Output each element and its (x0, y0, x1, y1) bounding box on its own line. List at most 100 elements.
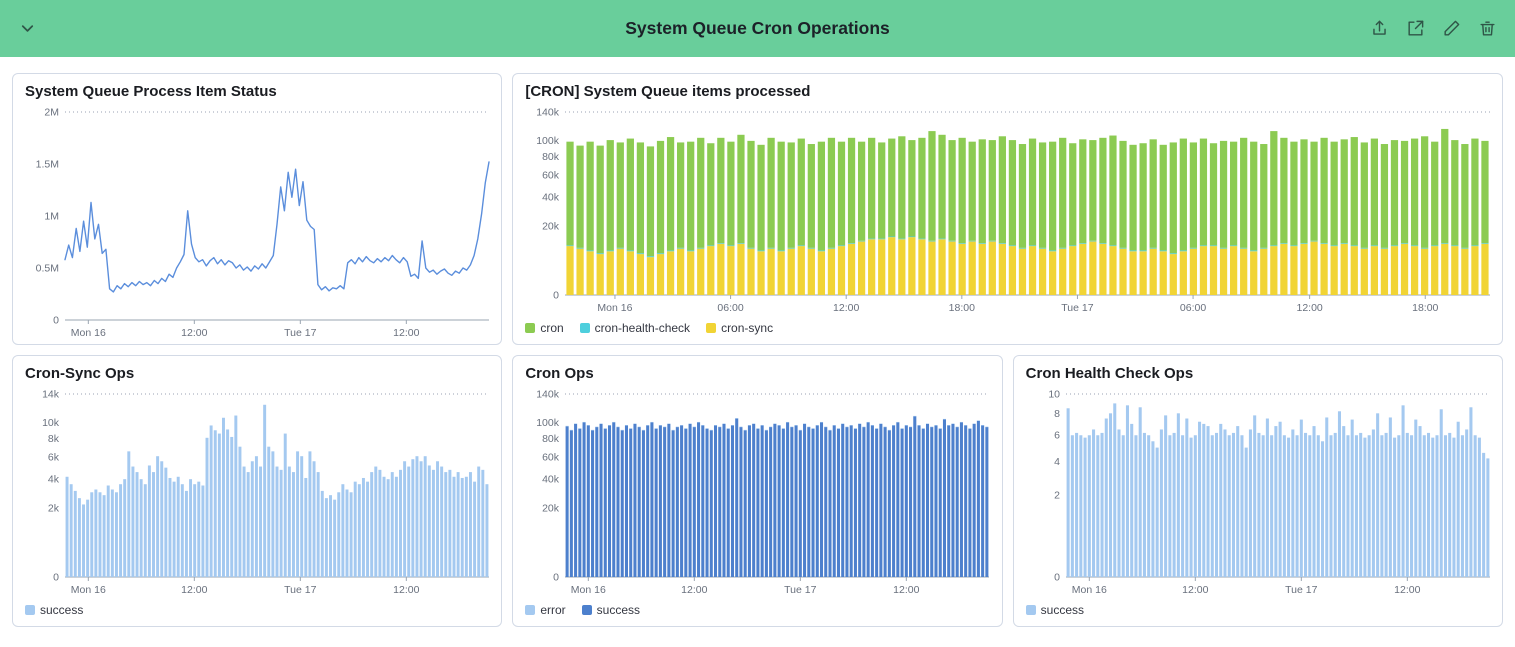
panel-title[interactable]: [CRON] System Queue items processed (513, 74, 1502, 102)
svg-text:2: 2 (1054, 490, 1060, 502)
svg-text:80k: 80k (542, 433, 560, 445)
edit-button[interactable] (1438, 15, 1465, 42)
svg-text:14k: 14k (42, 389, 60, 401)
svg-text:12:00: 12:00 (181, 327, 207, 339)
chevron-down-icon (18, 19, 37, 38)
cron-sync-bar-chart: 02k4k6k8k10k14kMon 1612:00Tue 1712:00 (19, 386, 495, 597)
svg-text:4: 4 (1054, 456, 1060, 468)
svg-text:0.5M: 0.5M (36, 263, 59, 275)
legend-item-error[interactable]: error (525, 603, 565, 617)
svg-text:60k: 60k (542, 452, 560, 464)
edit-icon (1442, 19, 1461, 38)
legend-item-cron-health-check[interactable]: cron-health-check (580, 321, 690, 335)
svg-text:1.5M: 1.5M (36, 159, 59, 171)
chart-legend: success (1014, 601, 1502, 626)
chart-legend: success (13, 601, 501, 626)
svg-text:06:00: 06:00 (1180, 302, 1206, 314)
svg-text:12:00: 12:00 (1182, 584, 1208, 596)
svg-text:Tue 17: Tue 17 (1285, 584, 1317, 596)
delete-button[interactable] (1474, 15, 1501, 42)
legend-label: cron (540, 321, 563, 335)
panel-cron-sync-ops: Cron-Sync Ops 02k4k6k8k10k14kMon 1612:00… (12, 355, 502, 627)
svg-text:12:00: 12:00 (393, 327, 419, 339)
svg-text:Tue 17: Tue 17 (284, 327, 316, 339)
chart-legend: error success (513, 601, 1001, 626)
legend-item-success[interactable]: success (582, 603, 640, 617)
svg-text:8k: 8k (48, 433, 60, 445)
legend-item-success[interactable]: success (25, 603, 83, 617)
svg-text:12:00: 12:00 (1297, 302, 1323, 314)
header-actions (1366, 15, 1501, 42)
items-processed-stacked-bar-chart: 020k40k60k80k100k140kMon 1606:0012:0018:… (519, 104, 1496, 315)
svg-text:Tue 17: Tue 17 (784, 584, 816, 596)
panel-cron-health-check-ops: Cron Health Check Ops 0246810Mon 1612:00… (1013, 355, 1503, 627)
svg-text:100k: 100k (537, 135, 561, 147)
svg-text:10: 10 (1048, 389, 1060, 401)
panel-title[interactable]: System Queue Process Item Status (13, 74, 501, 102)
trash-icon (1478, 19, 1497, 38)
svg-text:Mon 16: Mon 16 (571, 584, 606, 596)
svg-text:20k: 20k (542, 502, 560, 514)
svg-text:0: 0 (53, 315, 59, 327)
queue-status-line-chart: 0 0.5M 1M 1.5M 2M Mon 16 12:00 Tue 17 12:00 (19, 104, 495, 340)
legend-label: success (1041, 603, 1084, 617)
legend-swatch (582, 605, 592, 615)
svg-text:0: 0 (553, 290, 559, 302)
svg-text:60k: 60k (542, 170, 560, 182)
legend-label: error (540, 603, 565, 617)
svg-text:Tue 17: Tue 17 (284, 584, 316, 596)
svg-text:12:00: 12:00 (894, 584, 920, 596)
svg-text:20k: 20k (542, 220, 560, 232)
dashboard-grid: System Queue Process Item Status 0 0.5M 1M… (0, 57, 1515, 639)
legend-swatch (580, 323, 590, 333)
svg-text:12:00: 12:00 (181, 584, 207, 596)
health-check-bar-chart: 0246810Mon 1612:00Tue 1712:00 (1020, 386, 1496, 597)
chart-legend: cron cron-health-check cron-sync (513, 319, 1502, 344)
svg-text:Tue 17: Tue 17 (1062, 302, 1094, 314)
svg-text:40k: 40k (542, 192, 560, 204)
svg-text:1M: 1M (44, 211, 59, 223)
panel-title[interactable]: Cron-Sync Ops (13, 356, 501, 384)
svg-text:6: 6 (1054, 430, 1060, 442)
svg-text:140k: 140k (537, 389, 561, 401)
panel-queue-process-item-status: System Queue Process Item Status 0 0.5M 1M… (12, 73, 502, 345)
panel-cron-items-processed: [CRON] System Queue items processed 0 20k… (512, 73, 1503, 345)
svg-text:6k: 6k (48, 452, 60, 464)
export-icon (1406, 19, 1425, 38)
svg-text:06:00: 06:00 (718, 302, 744, 314)
panel-cron-ops: Cron Ops 0 20k 40k 60k 80k 100k 140k Mon 16 12:0… (512, 355, 1002, 627)
svg-text:100k: 100k (537, 417, 561, 429)
svg-text:Mon 16: Mon 16 (71, 327, 106, 339)
collapse-menu-button[interactable] (14, 15, 41, 42)
legend-swatch (25, 605, 35, 615)
dashboard-header: System Queue Cron Operations (0, 0, 1515, 57)
legend-label: success (597, 603, 640, 617)
svg-text:8: 8 (1054, 408, 1060, 420)
svg-text:2k: 2k (48, 502, 60, 514)
svg-text:80k: 80k (542, 151, 560, 163)
svg-text:Mon 16: Mon 16 (71, 584, 106, 596)
share-icon (1370, 19, 1389, 38)
svg-text:18:00: 18:00 (949, 302, 975, 314)
svg-text:12:00: 12:00 (682, 584, 708, 596)
svg-text:Mon 16: Mon 16 (1071, 584, 1106, 596)
svg-text:12:00: 12:00 (833, 302, 859, 314)
legend-item-cron[interactable]: cron (525, 321, 563, 335)
svg-text:4k: 4k (48, 474, 60, 486)
svg-text:0: 0 (53, 572, 59, 584)
share-button[interactable] (1366, 15, 1393, 42)
legend-swatch (525, 605, 535, 615)
svg-text:12:00: 12:00 (393, 584, 419, 596)
svg-text:40k: 40k (542, 474, 560, 486)
legend-label: cron-sync (721, 321, 773, 335)
svg-text:Mon 16: Mon 16 (598, 302, 633, 314)
svg-text:18:00: 18:00 (1412, 302, 1438, 314)
export-button[interactable] (1402, 15, 1429, 42)
legend-item-cron-sync[interactable]: cron-sync (706, 321, 773, 335)
svg-text:0: 0 (553, 572, 559, 584)
panel-title[interactable]: Cron Ops (513, 356, 1001, 384)
legend-item-success[interactable]: success (1026, 603, 1084, 617)
svg-text:2M: 2M (44, 107, 59, 119)
legend-swatch (525, 323, 535, 333)
panel-title[interactable]: Cron Health Check Ops (1014, 356, 1502, 384)
